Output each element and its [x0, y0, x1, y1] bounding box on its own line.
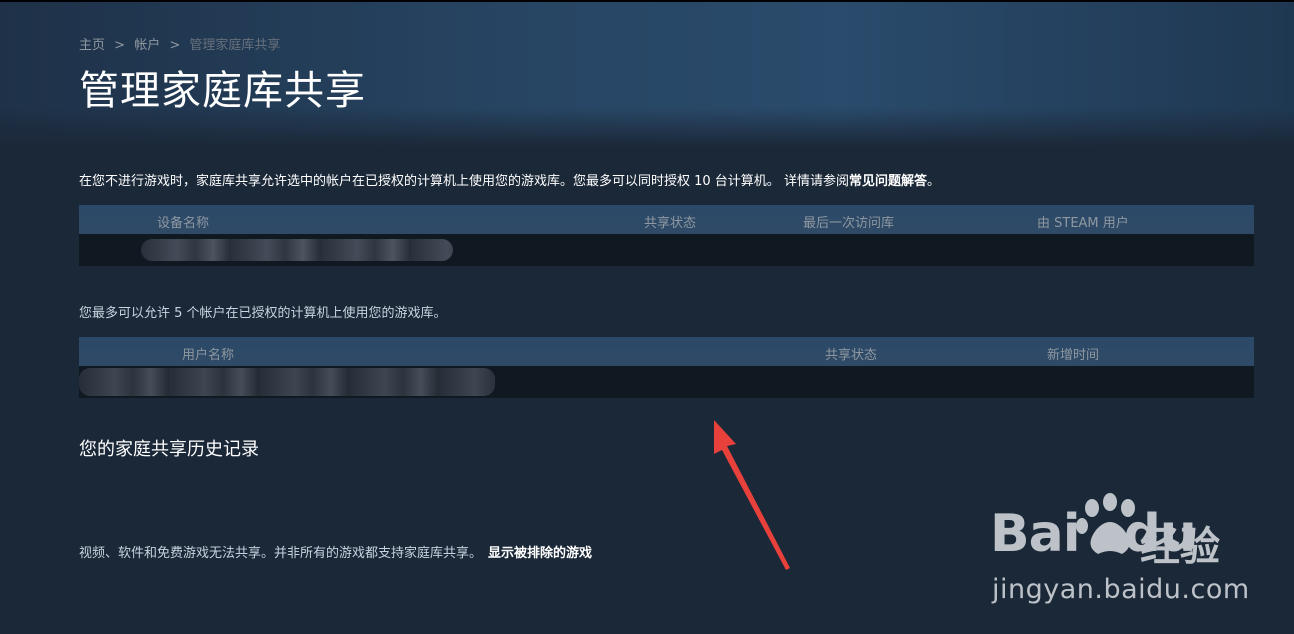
- column-share-status: 共享状态: [644, 216, 697, 231]
- breadcrumb-separator: >: [169, 38, 181, 53]
- breadcrumb: 主页 > 帐户 > 管理家庭库共享: [79, 34, 280, 53]
- accounts-table: 用户名称 共享状态 新增时间: [79, 337, 1254, 398]
- accounts-table-header: 用户名称 共享状态 新增时间: [79, 337, 1254, 366]
- red-arrow-annotation: [714, 420, 790, 570]
- devices-table-header: 设备名称 共享状态 最后一次访问库 由 STEAM 用户: [79, 205, 1254, 234]
- table-row: [79, 234, 1254, 266]
- footer-note: 视频、软件和免费游戏无法共享。并非所有的游戏都支持家庭库共享。 显示被排除的游戏: [79, 542, 592, 561]
- paw-icon: [1076, 493, 1135, 554]
- arrow-shape: [714, 420, 790, 570]
- redacted-device-name: [141, 239, 453, 261]
- history-heading: 您的家庭共享历史记录: [79, 439, 259, 460]
- column-by-user: 由 STEAM 用户: [1037, 216, 1129, 231]
- column-last-access: 最后一次访问库: [803, 216, 895, 231]
- column-device-name: 设备名称: [157, 216, 210, 231]
- accounts-limit-text: 您最多可以允许 5 个帐户在已授权的计算机上使用您的游戏库。: [79, 306, 447, 321]
- breadcrumb-home[interactable]: 主页: [79, 34, 105, 53]
- baidu-jingyan-watermark: Bai du 经验 jingyan.baidu.com: [990, 490, 1250, 610]
- watermark-jingyan: 经验: [1140, 524, 1220, 570]
- watermark-brand-left: Bai: [990, 504, 1081, 564]
- page-title: 管理家庭库共享: [79, 68, 366, 114]
- table-row: [79, 366, 1254, 398]
- faq-link[interactable]: 常见问题解答: [849, 174, 927, 189]
- column-added-time: 新增时间: [1047, 348, 1100, 363]
- breadcrumb-account[interactable]: 帐户: [134, 34, 160, 53]
- intro-text: 在您不进行游戏时，家庭库共享允许选中的帐户在已授权的计算机上使用您的游戏库。您最…: [79, 170, 940, 189]
- devices-table: 设备名称 共享状态 最后一次访问库 由 STEAM 用户: [79, 205, 1254, 266]
- breadcrumb-separator: >: [114, 38, 126, 53]
- footer-note-text: 视频、软件和免费游戏无法共享。并非所有的游戏都支持家庭库共享。: [79, 546, 483, 561]
- watermark-url: jingyan.baidu.com: [992, 574, 1250, 605]
- breadcrumb-current: 管理家庭库共享: [189, 38, 281, 53]
- column-share-status: 共享状态: [825, 348, 878, 363]
- show-excluded-games-link[interactable]: 显示被排除的游戏: [488, 546, 592, 561]
- column-user-name: 用户名称: [182, 348, 235, 363]
- intro-body: 在您不进行游戏时，家庭库共享允许选中的帐户在已授权的计算机上使用您的游戏库。您最…: [79, 174, 849, 189]
- redacted-user-name: [79, 368, 495, 396]
- intro-suffix: 。: [926, 174, 940, 189]
